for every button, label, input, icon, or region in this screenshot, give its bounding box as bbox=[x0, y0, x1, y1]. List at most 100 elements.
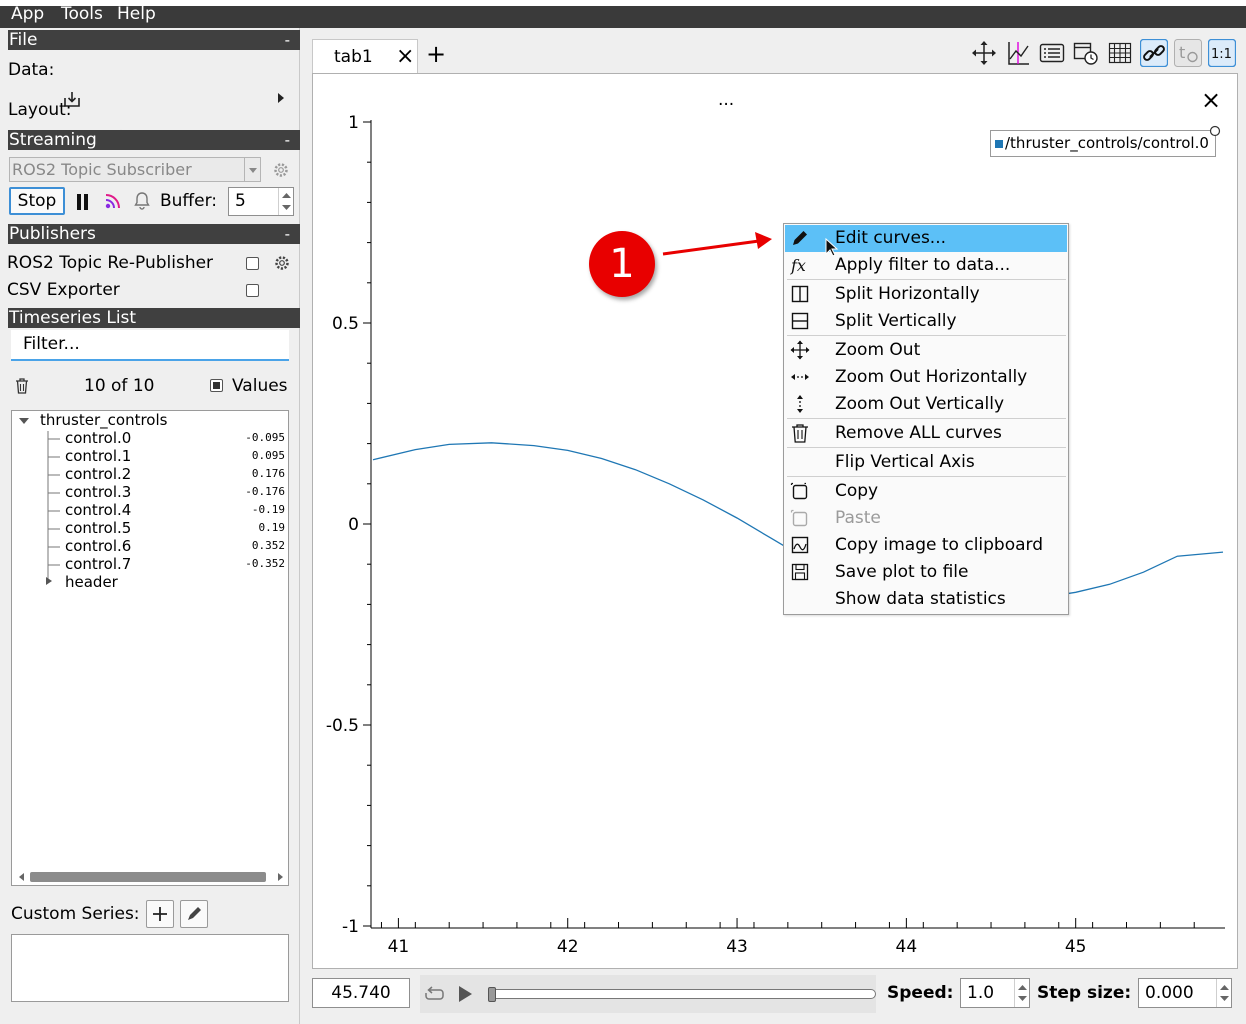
menu-tools[interactable]: Tools bbox=[61, 4, 103, 24]
filter-placeholder: Filter... bbox=[23, 334, 80, 354]
menu-help[interactable]: Help bbox=[117, 4, 156, 24]
add-tab-icon[interactable]: + bbox=[426, 40, 446, 68]
x-tick-label: 42 bbox=[557, 937, 579, 957]
stop-button[interactable]: Stop bbox=[9, 187, 65, 215]
tree-node-control[interactable]: control.7 bbox=[65, 555, 131, 573]
menu-item-show-data-statistics[interactable]: Show data statistics bbox=[785, 586, 1067, 613]
menu-item-copy-image-to-clipboard[interactable]: Copy image to clipboard bbox=[785, 532, 1067, 559]
vertical-arrows-icon bbox=[797, 395, 803, 413]
edit-custom-series-button[interactable] bbox=[180, 900, 208, 928]
step-size-spinbox[interactable]: 0.000 bbox=[1138, 978, 1232, 1008]
menu-item-remove-all-curves[interactable]: Remove ALL curves bbox=[785, 420, 1067, 447]
menu-app[interactable]: App bbox=[11, 4, 44, 24]
menu-item-label: Zoom Out bbox=[835, 340, 921, 360]
menu-item-label: Split Vertically bbox=[835, 311, 957, 331]
menu-item-split-horizontally[interactable]: Split Horizontally bbox=[785, 281, 1067, 308]
spin-arrows-icon[interactable] bbox=[278, 188, 293, 215]
legend-swatch bbox=[995, 140, 1003, 148]
tree-node-control[interactable]: control.6 bbox=[65, 537, 131, 555]
streaming-source-select[interactable]: ROS2 Topic Subscriber bbox=[9, 157, 261, 182]
menu-item-flip-vertical-axis[interactable]: Flip Vertical Axis bbox=[785, 449, 1067, 476]
tree-node-control[interactable]: control.2 bbox=[65, 465, 131, 483]
values-checkbox[interactable] bbox=[210, 379, 223, 392]
menu-item-zoom-out-horizontally[interactable]: Zoom Out Horizontally bbox=[785, 364, 1067, 391]
publisher-csv-checkbox[interactable] bbox=[246, 284, 259, 297]
menu-item-save-plot-to-file[interactable]: Save plot to file bbox=[785, 559, 1067, 586]
pencil-icon bbox=[793, 231, 807, 245]
plot-area[interactable]: 1 0.5 0 -0.5 -1 41 42 43 44 45 ... × /thruster_co… bbox=[312, 73, 1238, 969]
current-time-field[interactable]: 45.740 bbox=[312, 978, 410, 1008]
spin-arrows-icon[interactable] bbox=[1216, 979, 1231, 1007]
legend-list-icon[interactable] bbox=[1038, 39, 1066, 67]
line-chart[interactable]: 1 0.5 0 -0.5 -1 41 42 43 44 45 bbox=[313, 74, 1237, 968]
menu-item-split-vertically[interactable]: Split Vertically bbox=[785, 308, 1067, 335]
split-horizontal-icon bbox=[791, 285, 809, 303]
timeseries-filter-input[interactable]: Filter... bbox=[11, 330, 289, 361]
timeseries-count: 10 of 10 bbox=[84, 376, 155, 396]
ratio-1to1-icon[interactable]: 1:1 bbox=[1208, 39, 1236, 67]
section-streaming-header[interactable]: Streaming - bbox=[8, 130, 300, 150]
plot-close-icon[interactable]: × bbox=[1201, 86, 1221, 114]
tree-node-control[interactable]: control.1 bbox=[65, 447, 131, 465]
timeseries-tree[interactable]: thruster_controls control.0 -0.095 control… bbox=[11, 410, 289, 886]
calendar-clock-icon[interactable] bbox=[1072, 39, 1100, 67]
tab-tab1[interactable]: tab1 × bbox=[312, 39, 418, 75]
time-offset-icon[interactable]: t bbox=[1174, 39, 1202, 67]
streaming-settings-gear-icon[interactable] bbox=[272, 161, 290, 179]
menu-separator bbox=[787, 279, 1066, 280]
tree-node-control[interactable]: control.3 bbox=[65, 483, 131, 501]
tree-node-control[interactable]: control.5 bbox=[65, 519, 131, 537]
collapse-icon[interactable]: - bbox=[285, 130, 290, 150]
tree-collapsed-icon[interactable] bbox=[45, 576, 53, 586]
collapse-icon[interactable]: - bbox=[285, 224, 290, 244]
tab-close-icon[interactable]: × bbox=[396, 44, 414, 69]
tree-node-thruster-controls[interactable]: thruster_controls bbox=[40, 411, 167, 429]
timetracker-icon[interactable] bbox=[1004, 39, 1032, 67]
add-custom-series-button[interactable] bbox=[146, 900, 174, 928]
speed-spinbox[interactable]: 1.0 bbox=[960, 978, 1030, 1008]
x-tick-label: 44 bbox=[896, 937, 918, 957]
menu-item-label: Remove ALL curves bbox=[835, 423, 1002, 443]
move-arrows-icon[interactable] bbox=[970, 39, 998, 67]
section-publishers-header[interactable]: Publishers - bbox=[8, 224, 300, 244]
svg-text:t: t bbox=[1179, 43, 1185, 62]
time-slider-handle[interactable] bbox=[488, 987, 496, 1002]
tree-horizontal-scrollbar[interactable] bbox=[18, 869, 284, 883]
tree-expanded-icon[interactable] bbox=[18, 416, 30, 426]
link-icon[interactable] bbox=[1140, 39, 1168, 67]
publisher-settings-gear-icon[interactable] bbox=[273, 254, 291, 272]
play-icon[interactable] bbox=[456, 984, 474, 1004]
section-timeseries-header[interactable]: Timeseries List - bbox=[8, 308, 300, 328]
menu-item-zoom-out-vertically[interactable]: Zoom Out Vertically bbox=[785, 391, 1067, 418]
scroll-right-icon[interactable] bbox=[276, 872, 284, 882]
tree-node-control[interactable]: control.0 bbox=[65, 429, 131, 447]
tree-node-value: 0.352 bbox=[251, 539, 285, 552]
rss-feed-icon[interactable] bbox=[103, 191, 123, 211]
bell-icon[interactable] bbox=[133, 191, 151, 211]
menu-item-copy[interactable]: Copy bbox=[785, 478, 1067, 505]
loop-icon[interactable] bbox=[424, 985, 446, 1003]
legend-resize-handle[interactable] bbox=[1209, 125, 1221, 137]
app-window: App Tools Help File - Data: Layout: Stre… bbox=[0, 0, 1246, 1024]
publisher-ros2-checkbox[interactable] bbox=[246, 257, 259, 270]
plot-legend[interactable]: /thruster_controls/control.0 bbox=[990, 125, 1221, 157]
time-slider-track[interactable] bbox=[490, 989, 876, 999]
section-title: Publishers bbox=[9, 224, 96, 244]
scrollbar-thumb[interactable] bbox=[30, 872, 266, 882]
menu-item-zoom-out[interactable]: Zoom Out bbox=[785, 337, 1067, 364]
horizontal-arrows-icon bbox=[791, 374, 809, 380]
trash-icon[interactable] bbox=[14, 377, 30, 395]
menu-item-paste[interactable]: Paste bbox=[785, 505, 1067, 532]
grid-icon[interactable] bbox=[1106, 39, 1134, 67]
custom-series-list[interactable] bbox=[11, 934, 289, 1002]
collapse-icon[interactable]: - bbox=[285, 30, 290, 50]
buffer-spinbox[interactable]: 5 bbox=[228, 187, 294, 216]
spin-arrows-icon[interactable] bbox=[1014, 979, 1029, 1007]
section-file-header[interactable]: File - bbox=[8, 30, 300, 50]
tree-node-header[interactable]: header bbox=[65, 573, 118, 591]
scroll-left-icon[interactable] bbox=[18, 872, 26, 882]
annotation-marker: 1 bbox=[589, 231, 655, 297]
data-expand-arrow-icon[interactable] bbox=[276, 92, 286, 104]
tree-node-control[interactable]: control.4 bbox=[65, 501, 131, 519]
pause-icon[interactable] bbox=[75, 193, 91, 211]
